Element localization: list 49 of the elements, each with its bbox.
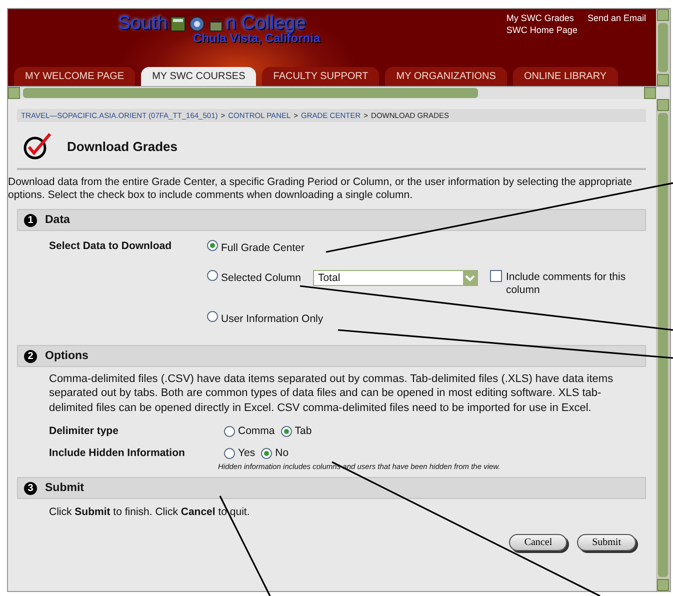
logo-title: n College	[226, 13, 306, 34]
section-title: Options	[45, 350, 88, 362]
radio-button[interactable]	[224, 426, 235, 437]
step-number: 1	[24, 214, 37, 227]
section-title: Submit	[45, 482, 84, 494]
instruction-text: Click Submit to finish. Click Cancel to quit.	[48, 505, 250, 518]
checkmark-circle-icon	[23, 132, 53, 160]
header-link[interactable]: My SWC Grades	[506, 13, 578, 23]
option-label: Yes	[238, 447, 256, 460]
nav-tab[interactable]: FACULTY SUPPORT	[262, 67, 380, 86]
radio-button[interactable]	[207, 270, 218, 282]
nav-tab[interactable]: MY SWC COURSES	[141, 67, 256, 86]
radio-button[interactable]	[261, 448, 272, 459]
field-label: Delimiter type	[49, 425, 120, 438]
option-label: Comma	[238, 425, 275, 438]
options-description: Comma-delimited files (.CSV) have data items separated out by commas. Tab-delimited files (.XLS) have data items separated out by tabs. Both are common types of data files and can be opened in most editing software. XLS tab-delimited files can be opened directly in Excel. CSV comma-delimited files need to be imported for use in Excel.	[48, 372, 614, 416]
checkbox-label: Include comments for this column	[506, 271, 627, 298]
step-number: 2	[24, 350, 37, 363]
step-number: 3	[24, 482, 37, 495]
radio-button[interactable]	[207, 240, 218, 252]
nav-tab[interactable]: MY ORGANIZATIONS	[385, 67, 507, 86]
intro-text: Download data from the entire Grade Center, a specific Grading Period or Column, or the user information by selecting the appropriate options. Select the check box to include comments when downloading a single column.	[8, 176, 633, 202]
vertical-scrollbar[interactable]	[656, 9, 670, 86]
radio-button[interactable]	[224, 448, 235, 459]
header-link[interactable]: Send an Email	[587, 13, 646, 23]
section-title: Data	[45, 214, 70, 226]
header-link[interactable]: SWC Home Page	[506, 25, 578, 35]
option-label: User Information Only	[221, 312, 324, 328]
form-button[interactable]: Submit	[577, 534, 636, 552]
nav-tab[interactable]: MY WELCOME PAGE	[14, 67, 136, 86]
calculator-icon[interactable]	[170, 16, 186, 32]
vertical-scrollbar[interactable]	[656, 99, 670, 591]
checkbox[interactable]	[490, 270, 502, 282]
field-label: Select Data to Download	[48, 240, 173, 254]
help-icon[interactable]	[188, 16, 205, 32]
option-label: Full Grade Center	[221, 241, 304, 256]
option-label: Tab	[294, 425, 312, 438]
radio-button[interactable]	[207, 311, 218, 322]
field-label: Include Hidden Information	[49, 447, 186, 460]
horizontal-scrollbar[interactable]	[8, 86, 670, 99]
form-button[interactable]: Cancel	[509, 534, 568, 552]
option-label: Selected Column	[221, 271, 301, 286]
option-label: No	[275, 447, 289, 460]
radio-button[interactable]	[280, 426, 292, 437]
caret-icon	[462, 271, 477, 286]
nav-tab[interactable]: ONLINE LIBRARY	[512, 67, 618, 86]
page-title: Download Grades	[67, 138, 178, 154]
logo-title: South	[118, 13, 168, 35]
column-dropdown[interactable]: Total	[312, 270, 478, 286]
